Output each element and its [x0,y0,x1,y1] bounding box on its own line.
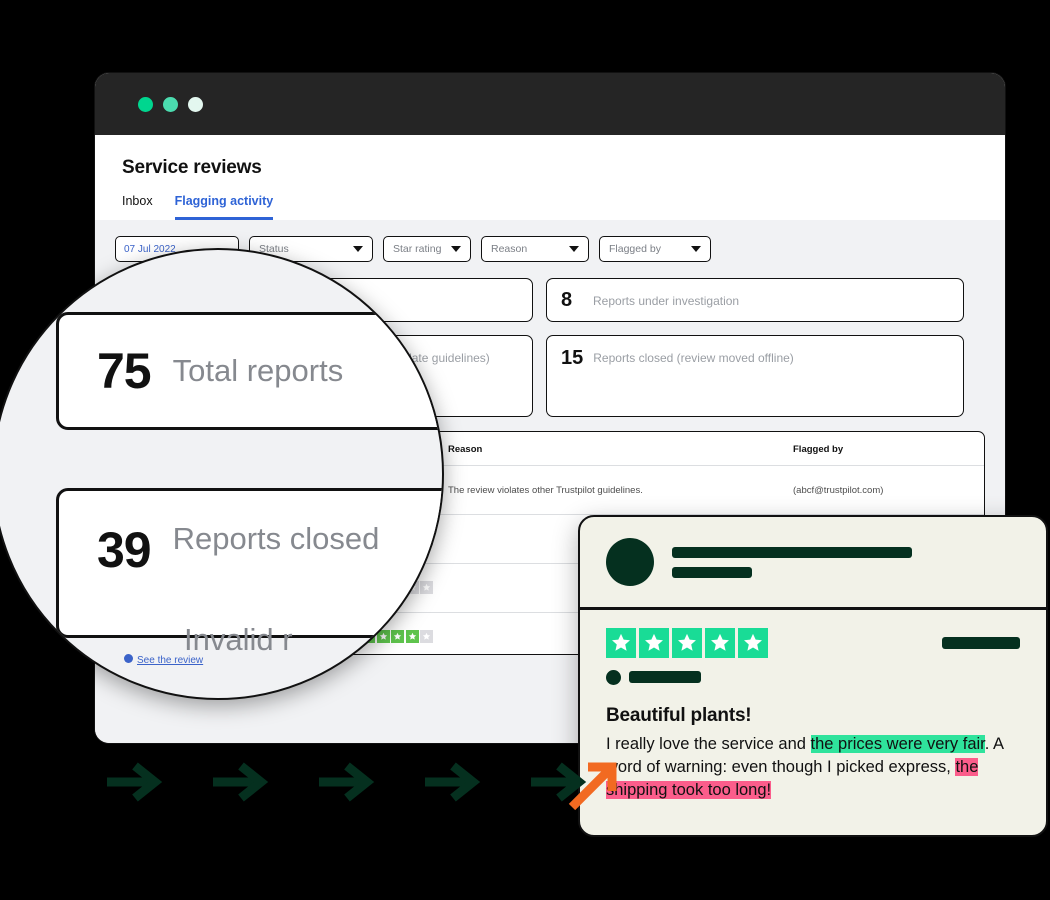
placeholder-bar-meta [629,671,701,683]
magnifier-lens: 75 Total reports 39 Reports closed Inval… [0,248,444,700]
window-titlebar [95,73,1005,135]
review-card-header [580,517,1046,607]
cell-flagged-by: (abcf@trustpilot.com) [793,465,984,515]
cell-reason: The review violates other Trustpilot gui… [448,465,793,515]
star-icon [639,627,669,658]
arrow-right-icon [211,762,271,802]
window-minimize-dot[interactable] [163,96,178,112]
star-icon [606,627,636,658]
orange-diagonal-arrow-icon [566,757,622,818]
tab-bar: Inbox Flagging activity [122,194,978,220]
chevron-down-icon [691,246,701,252]
arrow-right-icon [317,762,377,802]
stat-card-reports-closed-offline: 15 Reports closed (review moved offline) [546,335,964,417]
review-text: I really love the service and the prices… [606,733,1020,803]
review-highlight-green: the prices were very fair [810,734,985,753]
arrow-right-icon [423,762,483,802]
magnified-card-total-reports: 75 Total reports [56,312,442,430]
screenshot-stage: Service reviews Inbox Flagging activity … [0,0,1050,900]
tab-inbox[interactable]: Inbox [122,194,153,220]
filter-flagged-by[interactable]: Flagged by [599,236,711,262]
chevron-down-icon [451,246,461,252]
review-preview-card: Beautiful plants! I really love the serv… [578,515,1048,837]
app-header: Service reviews Inbox Flagging activity [95,135,1005,220]
review-card-body: Beautiful plants! I really love the serv… [580,610,1046,803]
page-title: Service reviews [122,157,262,178]
magnified-card-reports-closed: 39 Reports closed [56,488,442,638]
avatar [606,538,654,586]
magnified-label-invalid-reports: Invalid r [184,622,293,657]
bullet-icon [124,654,133,663]
stat-card-under-investigation: 8 Reports under investigation [546,278,964,322]
arrow-right-icon [105,762,165,802]
tab-flagging-activity[interactable]: Flagging activity [174,194,274,220]
review-text-part: I really love the service and [606,734,811,753]
magnified-see-the-review-link[interactable]: See the review [137,655,203,666]
chevron-down-icon [569,246,579,252]
star-icon [738,627,768,658]
col-flagged-by: Flagged by [793,444,844,455]
window-maximize-dot[interactable] [188,96,203,112]
window-close-dot[interactable] [138,96,153,112]
star-icon [672,627,702,658]
star-icon [705,627,735,658]
stat-column-right: 8 Reports under investigation 15 Reports… [546,278,964,417]
verified-dot-icon [606,669,621,685]
placeholder-bar-name [672,546,912,558]
review-title: Beautiful plants! [606,704,752,726]
arrow-decoration-row [105,762,589,802]
placeholder-bar-date [942,636,1020,649]
filter-reason[interactable]: Reason [481,236,589,262]
col-reason: Reason [448,444,483,455]
review-star-rating [606,627,768,658]
placeholder-bar-subtitle [672,566,752,578]
